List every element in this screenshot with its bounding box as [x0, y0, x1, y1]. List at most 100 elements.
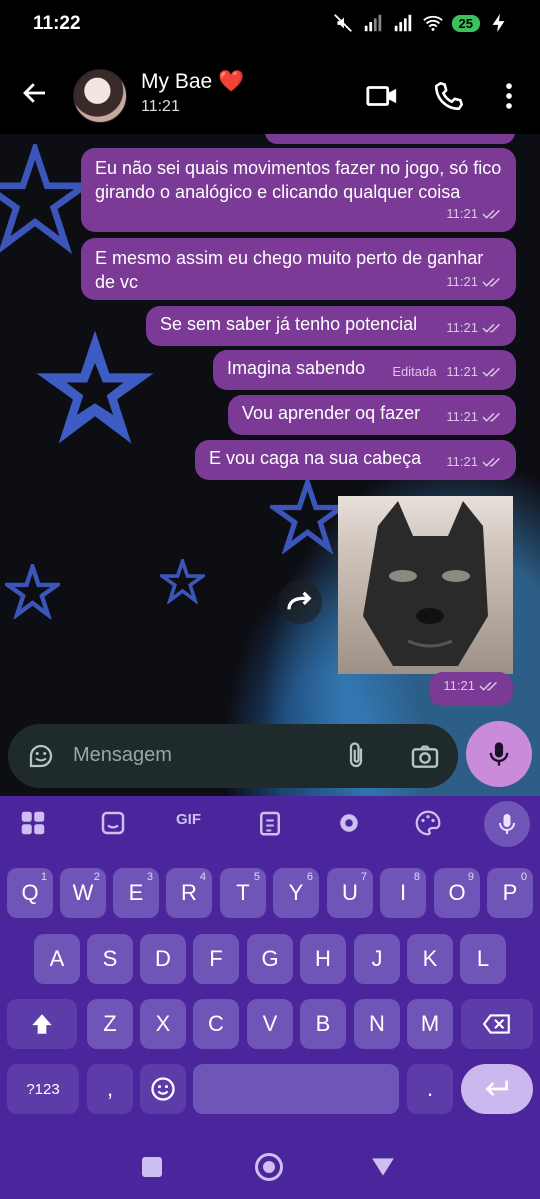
- contact-last-seen: 11:21: [141, 98, 180, 115]
- apps-icon[interactable]: [18, 808, 48, 838]
- message-input-bar[interactable]: Mensagem: [8, 724, 458, 788]
- settings-icon[interactable]: [334, 808, 364, 838]
- key-o[interactable]: O9: [434, 868, 480, 918]
- message-meta: Editada 11:21: [392, 360, 504, 384]
- message-time: 11:21: [446, 409, 478, 424]
- forward-icon: [287, 591, 312, 610]
- key-a[interactable]: A: [34, 934, 80, 984]
- key-label: C: [208, 1011, 224, 1036]
- double-check-icon: [482, 277, 500, 287]
- key-s[interactable]: S: [87, 934, 133, 984]
- key-m[interactable]: M: [407, 999, 453, 1049]
- voice-call-icon[interactable]: [432, 79, 466, 113]
- star-decoration-icon: [0, 144, 90, 254]
- key-hint: 7: [360, 871, 367, 883]
- key-label: O: [448, 880, 466, 905]
- key-hint: 5: [253, 871, 260, 883]
- backspace-key[interactable]: [461, 999, 533, 1049]
- message-time: 11:21: [446, 454, 478, 469]
- attach-icon[interactable]: [341, 740, 371, 772]
- key-f[interactable]: F: [193, 934, 239, 984]
- key-hint: 6: [306, 871, 313, 883]
- message-meta: 11:21: [446, 202, 504, 226]
- message-bubble[interactable]: Eu não sei quais movimentos fazer no jog…: [81, 148, 516, 232]
- key-label: L: [476, 946, 490, 971]
- message-bubble[interactable]: Se sem saber já tenho potencial 11:21: [146, 306, 516, 346]
- key-c[interactable]: C: [193, 999, 239, 1049]
- image-message[interactable]: [338, 496, 513, 674]
- star-decoration-icon: [5, 564, 60, 619]
- chat-area[interactable]: Eu não sei quais movimentos fazer no jog…: [0, 134, 540, 796]
- key-v[interactable]: V: [247, 999, 293, 1049]
- double-check-icon: [479, 681, 497, 691]
- key-h[interactable]: H: [300, 934, 346, 984]
- video-call-icon[interactable]: [365, 79, 399, 113]
- message-bubble[interactable]: Imagina sabendo Editada 11:21: [213, 350, 516, 390]
- key-n[interactable]: N: [354, 999, 400, 1049]
- key-label: I: [399, 880, 407, 905]
- symbols-key[interactable]: ?123: [7, 1064, 79, 1114]
- key-e[interactable]: E3: [113, 868, 159, 918]
- forward-button[interactable]: [278, 580, 322, 624]
- key-t[interactable]: T5: [220, 868, 266, 918]
- key-label: P: [502, 880, 518, 905]
- battery-indicator: 25: [451, 14, 480, 32]
- key-r[interactable]: R4: [166, 868, 212, 918]
- key-x[interactable]: X: [140, 999, 186, 1049]
- key-label: D: [155, 946, 171, 971]
- more-options-icon[interactable]: [492, 79, 526, 113]
- key-u[interactable]: U7: [327, 868, 373, 918]
- home-button[interactable]: [255, 1153, 283, 1181]
- message-bubble-partial[interactable]: [265, 134, 515, 144]
- key-l[interactable]: L: [460, 934, 506, 984]
- key-y[interactable]: Y6: [273, 868, 319, 918]
- key-g[interactable]: G: [247, 934, 293, 984]
- back-arrow-icon[interactable]: [20, 78, 50, 108]
- mic-icon: [499, 814, 515, 834]
- sticker-emoji-icon[interactable]: [26, 741, 56, 771]
- key-p[interactable]: P0: [487, 868, 533, 918]
- clipboard-icon[interactable]: [255, 808, 285, 838]
- keyboard-mic-button[interactable]: [484, 801, 530, 847]
- back-triangle-icon[interactable]: [370, 1156, 396, 1178]
- key-label: .: [426, 1076, 434, 1101]
- space-key[interactable]: [193, 1064, 399, 1114]
- message-text: E vou caga na sua cabeça: [209, 448, 422, 468]
- key-z[interactable]: Z: [87, 999, 133, 1049]
- palette-icon[interactable]: [413, 808, 443, 838]
- message-meta: 11:21: [446, 316, 504, 340]
- key-d[interactable]: D: [140, 934, 186, 984]
- emoji-key[interactable]: [140, 1064, 186, 1114]
- double-check-icon: [482, 367, 500, 377]
- status-icons: 25: [332, 12, 510, 34]
- shift-key[interactable]: [7, 999, 77, 1049]
- message-input[interactable]: Mensagem: [73, 744, 172, 767]
- period-key[interactable]: .: [407, 1064, 453, 1114]
- message-bubble[interactable]: E vou caga na sua cabeça 11:21: [195, 440, 516, 480]
- voice-record-button[interactable]: [466, 721, 532, 787]
- message-bubble[interactable]: 11:21: [429, 672, 513, 706]
- key-label: A: [49, 946, 65, 971]
- gif-button[interactable]: GIF: [176, 811, 201, 841]
- key-w[interactable]: W2: [60, 868, 106, 918]
- key-q[interactable]: Q1: [7, 868, 53, 918]
- key-label: T: [236, 880, 250, 905]
- comma-key[interactable]: ,: [87, 1064, 133, 1114]
- key-i[interactable]: I8: [380, 868, 426, 918]
- key-j[interactable]: J: [354, 934, 400, 984]
- avatar[interactable]: [73, 69, 127, 123]
- recents-button[interactable]: [142, 1157, 162, 1177]
- key-b[interactable]: B: [300, 999, 346, 1049]
- sticker-icon[interactable]: [98, 808, 128, 838]
- message-bubble[interactable]: Vou aprender oq fazer 11:21: [228, 395, 516, 435]
- message-bubble[interactable]: E mesmo assim eu chego muito perto de ga…: [81, 238, 516, 300]
- key-k[interactable]: K: [407, 934, 453, 984]
- message-meta: 11:21: [446, 450, 504, 474]
- system-nav-bar: [0, 1132, 540, 1199]
- enter-key[interactable]: [461, 1064, 533, 1114]
- contact-name[interactable]: My Bae ❤️: [141, 70, 244, 94]
- double-check-icon: [482, 457, 500, 467]
- message-time: 11:21: [446, 364, 478, 379]
- camera-icon[interactable]: [408, 740, 442, 772]
- wifi-icon: [422, 15, 443, 31]
